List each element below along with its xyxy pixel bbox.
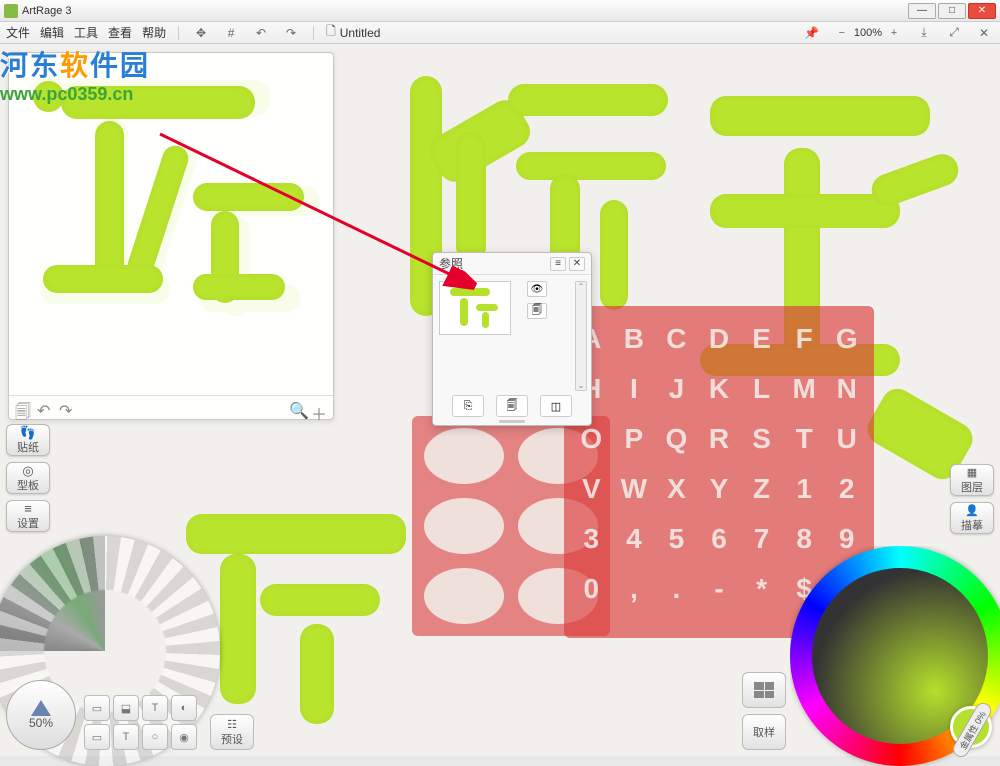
stencil-char: , [615, 566, 654, 612]
menu-file[interactable]: 文件 [6, 24, 30, 41]
settings-panel-button[interactable]: ≡设置 [6, 500, 50, 532]
panel-close-icon[interactable]: ✕ [569, 257, 585, 271]
stencil-char: I [615, 366, 654, 412]
stencil-char: T [785, 416, 824, 462]
move-icon[interactable]: ✥ [191, 24, 211, 42]
stencil-char: U [827, 416, 866, 462]
sample-grid-button[interactable] [742, 672, 786, 708]
preset-button[interactable]: ☷预设 [210, 714, 254, 750]
zoom-value: 100% [854, 27, 882, 39]
stencil-char: P [615, 416, 654, 462]
pin-icon[interactable]: 📌 [802, 24, 822, 42]
grid-icon[interactable]: # [221, 24, 241, 42]
stencil-char: . [657, 566, 696, 612]
redo-ref-icon[interactable]: ↷ [59, 401, 75, 415]
stencil-char: E [742, 316, 781, 362]
stencils-panel-button[interactable]: ◎型板 [6, 462, 50, 494]
zoom-in-icon[interactable]: + [884, 24, 904, 42]
menu-view[interactable]: 查看 [108, 24, 132, 41]
tool-mode-grid: ▭ ⬓ T ◐ ▭ T ○ ◉ [84, 695, 197, 750]
stencil-char: N [827, 366, 866, 412]
stencil-char: G [827, 316, 866, 362]
scrollbar[interactable]: ⌃⌄ [575, 281, 587, 391]
window-titlebar: ArtRage 3 — □ ✕ [0, 0, 1000, 22]
stencil-char: K [700, 366, 739, 412]
visibility-icon[interactable]: 👁 [527, 281, 547, 297]
document-icon: 🗋 [326, 22, 336, 43]
menu-tools[interactable]: 工具 [74, 24, 98, 41]
tool-mode-6[interactable]: T [113, 724, 139, 750]
tool-mode-4[interactable]: ◐ [171, 695, 197, 721]
stencil-char: 1 [785, 466, 824, 512]
close-panel-icon[interactable]: ✕ [974, 24, 994, 42]
redo-icon[interactable]: ↷ [281, 24, 301, 42]
stencil-char: S [742, 416, 781, 462]
stencil-char: B [615, 316, 654, 362]
stencil-char: R [700, 416, 739, 462]
tool-mode-8[interactable]: ◉ [171, 724, 197, 750]
stencil-char: 7 [742, 516, 781, 562]
minimize-button[interactable]: — [908, 3, 936, 19]
brush-size-indicator[interactable]: 50% [6, 680, 76, 750]
download-icon[interactable]: ⤓ [914, 24, 934, 42]
add-icon[interactable]: ＋ [311, 401, 327, 415]
stencil-char: Y [700, 466, 739, 512]
canvas[interactable]: 河东软件园 www.pc0359.cn ABCDEFGHIJKLMNOPQRST… [0, 44, 1000, 756]
annotation-arrow [150, 124, 490, 304]
stencil-char: M [785, 366, 824, 412]
brush-size-value: 50% [29, 716, 53, 730]
stencil-char: X [657, 466, 696, 512]
stencil-char: - [700, 566, 739, 612]
stencil-char: J [657, 366, 696, 412]
new-ref-icon[interactable]: ⎘ [452, 395, 484, 417]
copy-ref-icon[interactable]: 🗐 [496, 395, 528, 417]
stencil-char: * [742, 566, 781, 612]
document-name: Untitled [340, 26, 381, 40]
stencil-char: Z [742, 466, 781, 512]
tool-mode-7[interactable]: ○ [142, 724, 168, 750]
tool-mode-2[interactable]: ⬓ [113, 695, 139, 721]
stencil-char: V [572, 466, 611, 512]
layout-ref-icon[interactable]: ◫ [540, 395, 572, 417]
app-title: ArtRage 3 [22, 5, 72, 17]
undo-ref-icon[interactable]: ↶ [37, 401, 53, 415]
stencil-char: 0 [572, 566, 611, 612]
panel-menu-icon[interactable]: ≡ [550, 257, 566, 271]
menubar: 文件 编辑 工具 查看 帮助 ✥ # ↶ ↷ 🗋 Untitled 📌 − 10… [0, 22, 1000, 44]
stencil-char: L [742, 366, 781, 412]
app-icon [4, 4, 18, 18]
stencil-char: C [657, 316, 696, 362]
tool-mode-5[interactable]: ▭ [84, 724, 110, 750]
stencil-char: W [615, 466, 654, 512]
sample-button[interactable]: 取样 [742, 714, 786, 750]
stencil-char: 3 [572, 516, 611, 562]
tool-mode-3[interactable]: T [142, 695, 168, 721]
resize-grip[interactable] [499, 420, 525, 423]
stencil-char: 6 [700, 516, 739, 562]
stencil-char: 4 [615, 516, 654, 562]
close-button[interactable]: ✕ [968, 3, 996, 19]
menu-edit[interactable]: 编辑 [40, 24, 64, 41]
options-icon[interactable]: 🗐 [527, 303, 547, 319]
stencil-char: 2 [827, 466, 866, 512]
undo-icon[interactable]: ↶ [251, 24, 271, 42]
zoom-out-icon[interactable]: − [832, 24, 852, 42]
layers-panel-button[interactable]: ▦图层 [950, 464, 994, 496]
stencil-char: 5 [657, 516, 696, 562]
tool-mode-1[interactable]: ▭ [84, 695, 110, 721]
stencil-char: F [785, 316, 824, 362]
tracing-panel-button[interactable]: 👤描摹 [950, 502, 994, 534]
note-icon[interactable]: 🗐 [15, 401, 31, 415]
fullscreen-icon[interactable]: ⤢ [944, 24, 964, 42]
menu-help[interactable]: 帮助 [142, 24, 166, 41]
search-icon[interactable]: 🔍 [289, 401, 305, 415]
stencil-char: D [700, 316, 739, 362]
maximize-button[interactable]: □ [938, 3, 966, 19]
stencil-char: Q [657, 416, 696, 462]
stencil-char: 8 [785, 516, 824, 562]
stickers-panel-button[interactable]: 👣贴纸 [6, 424, 50, 456]
